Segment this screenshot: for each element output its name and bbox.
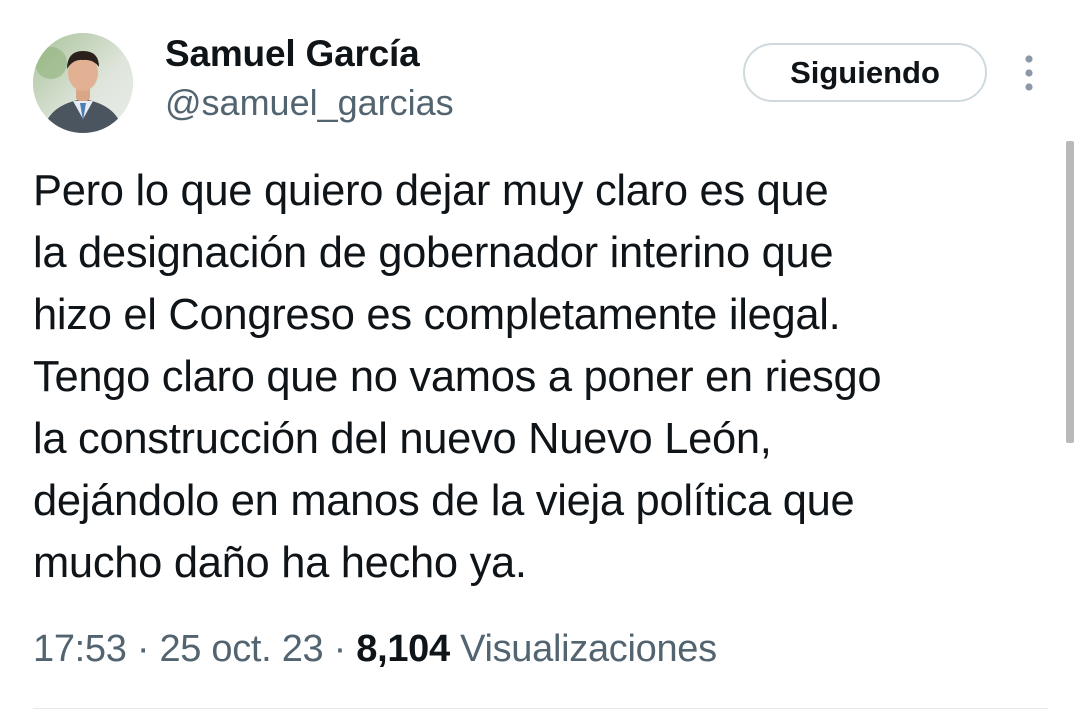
author-name[interactable]: Samuel García <box>165 33 420 75</box>
scrollbar[interactable] <box>1066 141 1074 443</box>
divider <box>33 708 1048 709</box>
tweet-card: Samuel García @samuel_garcias Siguiendo … <box>0 0 1080 710</box>
views-count: 8,104 <box>356 628 450 670</box>
tweet-meta: 17:53 · 25 oct. 23 · 8,104 Visualizacion… <box>33 628 717 671</box>
meta-separator: · <box>323 628 357 670</box>
tweet-text-line: hizo el Congreso es completamente ilegal… <box>33 291 841 339</box>
avatar[interactable] <box>33 33 133 133</box>
tweet-text-line: Pero lo que quiero dejar muy claro es qu… <box>33 167 829 215</box>
tweet-text: Pero lo que quiero dejar muy claro es qu… <box>33 160 1043 594</box>
tweet-time[interactable]: 17:53 <box>33 628 127 670</box>
tweet-text-line: mucho daño ha hecho ya. <box>33 539 527 587</box>
tweet-text-line: la construcción del nuevo Nuevo León, <box>33 415 772 463</box>
tweet-date[interactable]: 25 oct. 23 <box>159 628 323 670</box>
more-vertical-icon[interactable] <box>1018 54 1040 92</box>
author-handle[interactable]: @samuel_garcias <box>165 82 454 124</box>
following-button[interactable]: Siguiendo <box>743 43 987 102</box>
views-label: Visualizaciones <box>460 628 717 670</box>
tweet-text-line: la designación de gobernador interino qu… <box>33 229 834 277</box>
tweet-text-line: dejándolo en manos de la vieja política … <box>33 477 855 525</box>
meta-separator: · <box>126 628 160 670</box>
tweet-text-line: Tengo claro que no vamos a poner en ries… <box>33 353 882 401</box>
